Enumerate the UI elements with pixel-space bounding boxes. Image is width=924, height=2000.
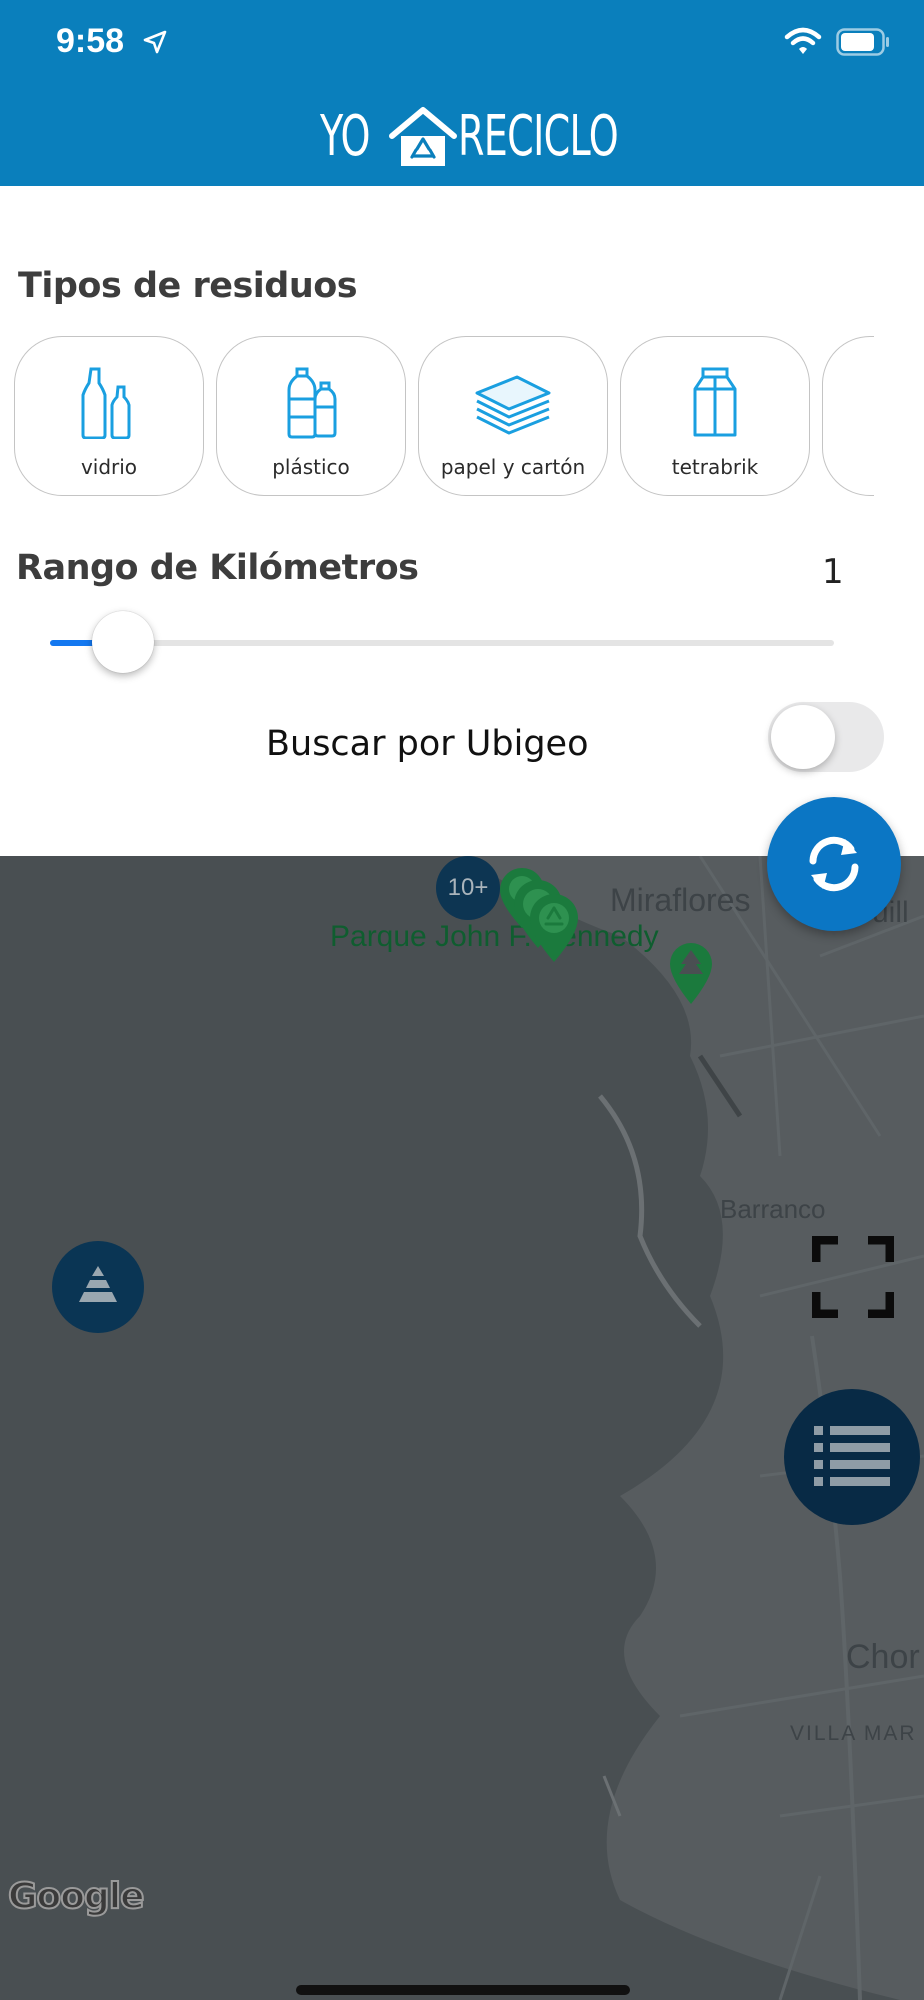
marker-cluster[interactable]: 10+ (436, 856, 500, 920)
battery-icon (836, 28, 889, 56)
waste-type-glass[interactable]: vidrio (14, 336, 204, 496)
refresh-button[interactable] (767, 797, 901, 931)
map-label-miraflores: Miraflores (610, 882, 751, 918)
map-label-park: Parque John F. Kennedy (330, 920, 659, 953)
google-attribution: Google (7, 1875, 146, 1918)
ubigeo-toggle-knob (771, 705, 835, 769)
home-indicator (296, 1985, 630, 1995)
glass-bottles-icon (81, 367, 131, 439)
plastic-bottles-icon (287, 367, 337, 439)
map-label-villa: VILLA MAR (790, 1722, 917, 1745)
layers-icon (79, 1266, 117, 1302)
km-range-title: Rango de Kilómetros (16, 548, 419, 588)
waste-type-plastic[interactable]: plástico (216, 336, 406, 496)
list-icon (814, 1426, 890, 1486)
fullscreen-icon[interactable] (812, 1236, 894, 1318)
waste-type-label: plástico (272, 455, 350, 479)
app-header: 9:58 YO RECICLO (0, 0, 924, 186)
filter-panel: Tipos de residuos vidrio plástico papel … (0, 186, 924, 856)
layers-button[interactable] (52, 1241, 144, 1333)
wifi-icon (784, 27, 822, 54)
status-time: 9:58 (56, 22, 125, 60)
waste-type-more[interactable] (822, 336, 874, 496)
paper-stack-icon (475, 375, 551, 435)
list-view-button[interactable] (784, 1389, 920, 1525)
waste-types-carousel[interactable]: vidrio plástico papel y cartón tetrabrik (14, 336, 874, 498)
ubigeo-search-label: Buscar por Ubigeo (266, 724, 589, 764)
carton-icon (693, 367, 737, 437)
brand-text-yo: YO (320, 104, 370, 169)
waste-type-paper[interactable]: papel y cartón (418, 336, 608, 496)
location-arrow-icon (143, 30, 167, 54)
km-range-slider[interactable] (50, 640, 834, 646)
waste-type-label: tetrabrik (671, 455, 759, 479)
map-label-barranco: Barranco (720, 1194, 826, 1224)
km-range-slider-thumb[interactable] (92, 611, 154, 673)
waste-type-label: vidrio (80, 455, 138, 479)
brand-text-reciclo: RECICLO (458, 104, 619, 169)
park-tree-icon (670, 943, 712, 1004)
map-streets (380, 856, 924, 2000)
waste-type-label: papel y cartón (440, 455, 586, 479)
recycle-house-icon (389, 107, 457, 166)
waste-types-title: Tipos de residuos (18, 266, 358, 306)
km-range-value: 1 (822, 552, 844, 592)
waste-type-tetrabrik[interactable]: tetrabrik (620, 336, 810, 496)
map-label-chorrillos: Chor (846, 1638, 920, 1676)
app-logo: YO RECICLO (320, 102, 693, 172)
refresh-icon (809, 836, 859, 892)
ubigeo-toggle[interactable] (768, 702, 884, 772)
recycling-point-pin[interactable] (528, 892, 580, 962)
map-view[interactable]: Miraflores uill Parque John F. Kennedy B… (0, 856, 924, 2000)
